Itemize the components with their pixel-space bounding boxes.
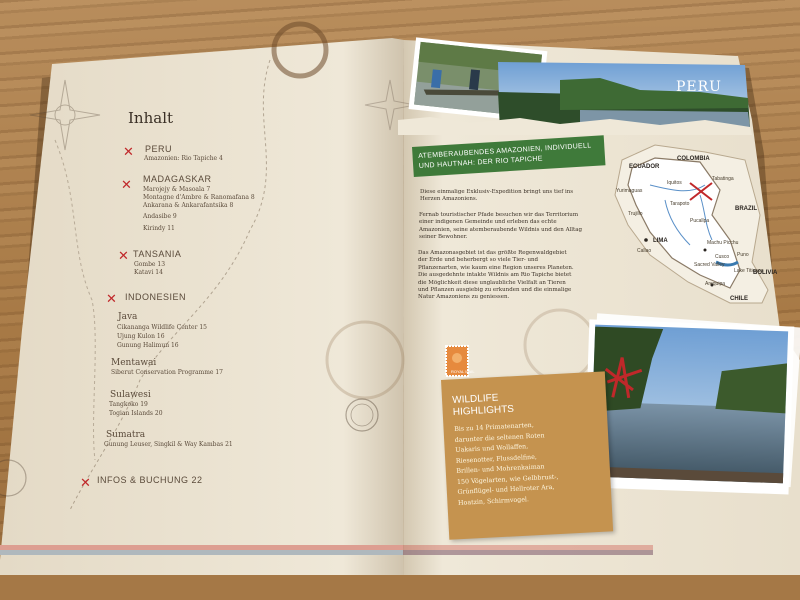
toc-subheading-sumatra: Sumatra xyxy=(106,430,146,440)
map-label: Iquitos xyxy=(667,180,682,186)
toc-item: Gombe 13 xyxy=(134,261,166,268)
toc-item: Katavi 14 xyxy=(134,269,163,276)
airmail-border-right xyxy=(403,545,653,555)
toc-item: Togian Islands 20 xyxy=(109,410,163,417)
airmail-border-left xyxy=(0,545,403,555)
toc-item: Tangkoko 19 xyxy=(109,401,148,408)
x-mark-icon: ✕ xyxy=(123,145,134,160)
x-mark-icon: ✕ xyxy=(80,476,91,491)
toc-final: INFOS & BUCHUNG 22 xyxy=(97,475,203,485)
map-label: Puno xyxy=(737,252,749,258)
toc-item: Kirindy 11 xyxy=(143,225,175,232)
map-label: Arequipa xyxy=(705,281,726,287)
toc-subheading-java: Java xyxy=(118,312,138,322)
toc-item: Amazonien: Rio Tapiche 4 xyxy=(144,155,223,162)
toc-heading-madagaskar: MADAGASKAR xyxy=(143,174,212,184)
toc-item: Andasibe 9 xyxy=(143,213,177,220)
map-label: LIMA xyxy=(653,238,668,244)
wildlife-list: Bis zu 14 Primatenarten, darunter die se… xyxy=(454,421,559,507)
toc-item: Siberut Conservation Programme 17 xyxy=(111,369,223,376)
x-mark-icon: ✕ xyxy=(106,292,117,307)
toc-item: Ujung Kulon 16 xyxy=(117,333,165,340)
map-label: Machu Picchu xyxy=(707,240,739,246)
toc-subheading-mentawai: Mentawai xyxy=(111,358,157,368)
toc-item: Ankarana & Ankarafantsika 8 xyxy=(143,202,234,209)
open-brochure: Inhalt ✕ PERU Amazonien: Rio Tapiche 4 ✕… xyxy=(0,0,800,600)
map-label: BOLIVIA xyxy=(753,270,778,276)
toc-item: Gunung Leuser, Singkil & Way Kambas 21 xyxy=(104,441,233,448)
map-label: COLOMBIA xyxy=(677,156,710,162)
x-mark-icon: ✕ xyxy=(121,178,132,193)
map-label: Tabatinga xyxy=(712,176,734,182)
paragraph: Fernab touristischer Pfade besuchen wir … xyxy=(419,212,583,241)
toc-heading-peru: PERU xyxy=(145,144,173,154)
map-label: Callao xyxy=(637,248,652,254)
map-label: BRAZIL xyxy=(735,206,757,212)
toc-item: Marojejy & Masoala 7 xyxy=(143,186,211,193)
paragraph: Das Amazonasgebiet ist das größte Regenw… xyxy=(418,250,574,301)
x-mark-icon: ✕ xyxy=(118,249,129,264)
country-title: PERU xyxy=(676,79,722,95)
toc-item: Montagne d'Ambre & Ranomafana 8 xyxy=(143,194,255,201)
map-label: Cusco xyxy=(715,254,730,260)
wildlife-title: WILDLIFE HIGHLIGHTS xyxy=(452,392,515,418)
map-label: ECUADOR xyxy=(629,164,660,170)
toc-heading-indonesien: INDONESIEN xyxy=(125,292,187,302)
toc-heading-tansania: TANSANIA xyxy=(133,249,182,259)
toc-item: Cikananga Wildlife Center 15 xyxy=(117,324,207,331)
stamp-text: ROYAL MAIL xyxy=(451,369,475,374)
map-label: Yurimaguas xyxy=(616,188,643,194)
lake-photo-stack xyxy=(583,313,800,495)
map-label: Sacred Valley xyxy=(694,262,725,268)
paragraph: Diese einmalige Exklusiv-Expedition brin… xyxy=(420,189,574,203)
toc-subheading-sulawesi: Sulawesi xyxy=(110,390,151,400)
toc-item: Gunung Halimun 16 xyxy=(117,342,179,349)
toc-title: Inhalt xyxy=(128,109,174,127)
left-page xyxy=(0,38,404,585)
map-label: Pucallpa xyxy=(690,218,710,224)
map-label: CHILE xyxy=(730,296,748,302)
map-label: Trujillo xyxy=(628,211,643,217)
map-label: Tarapoto xyxy=(670,201,690,207)
